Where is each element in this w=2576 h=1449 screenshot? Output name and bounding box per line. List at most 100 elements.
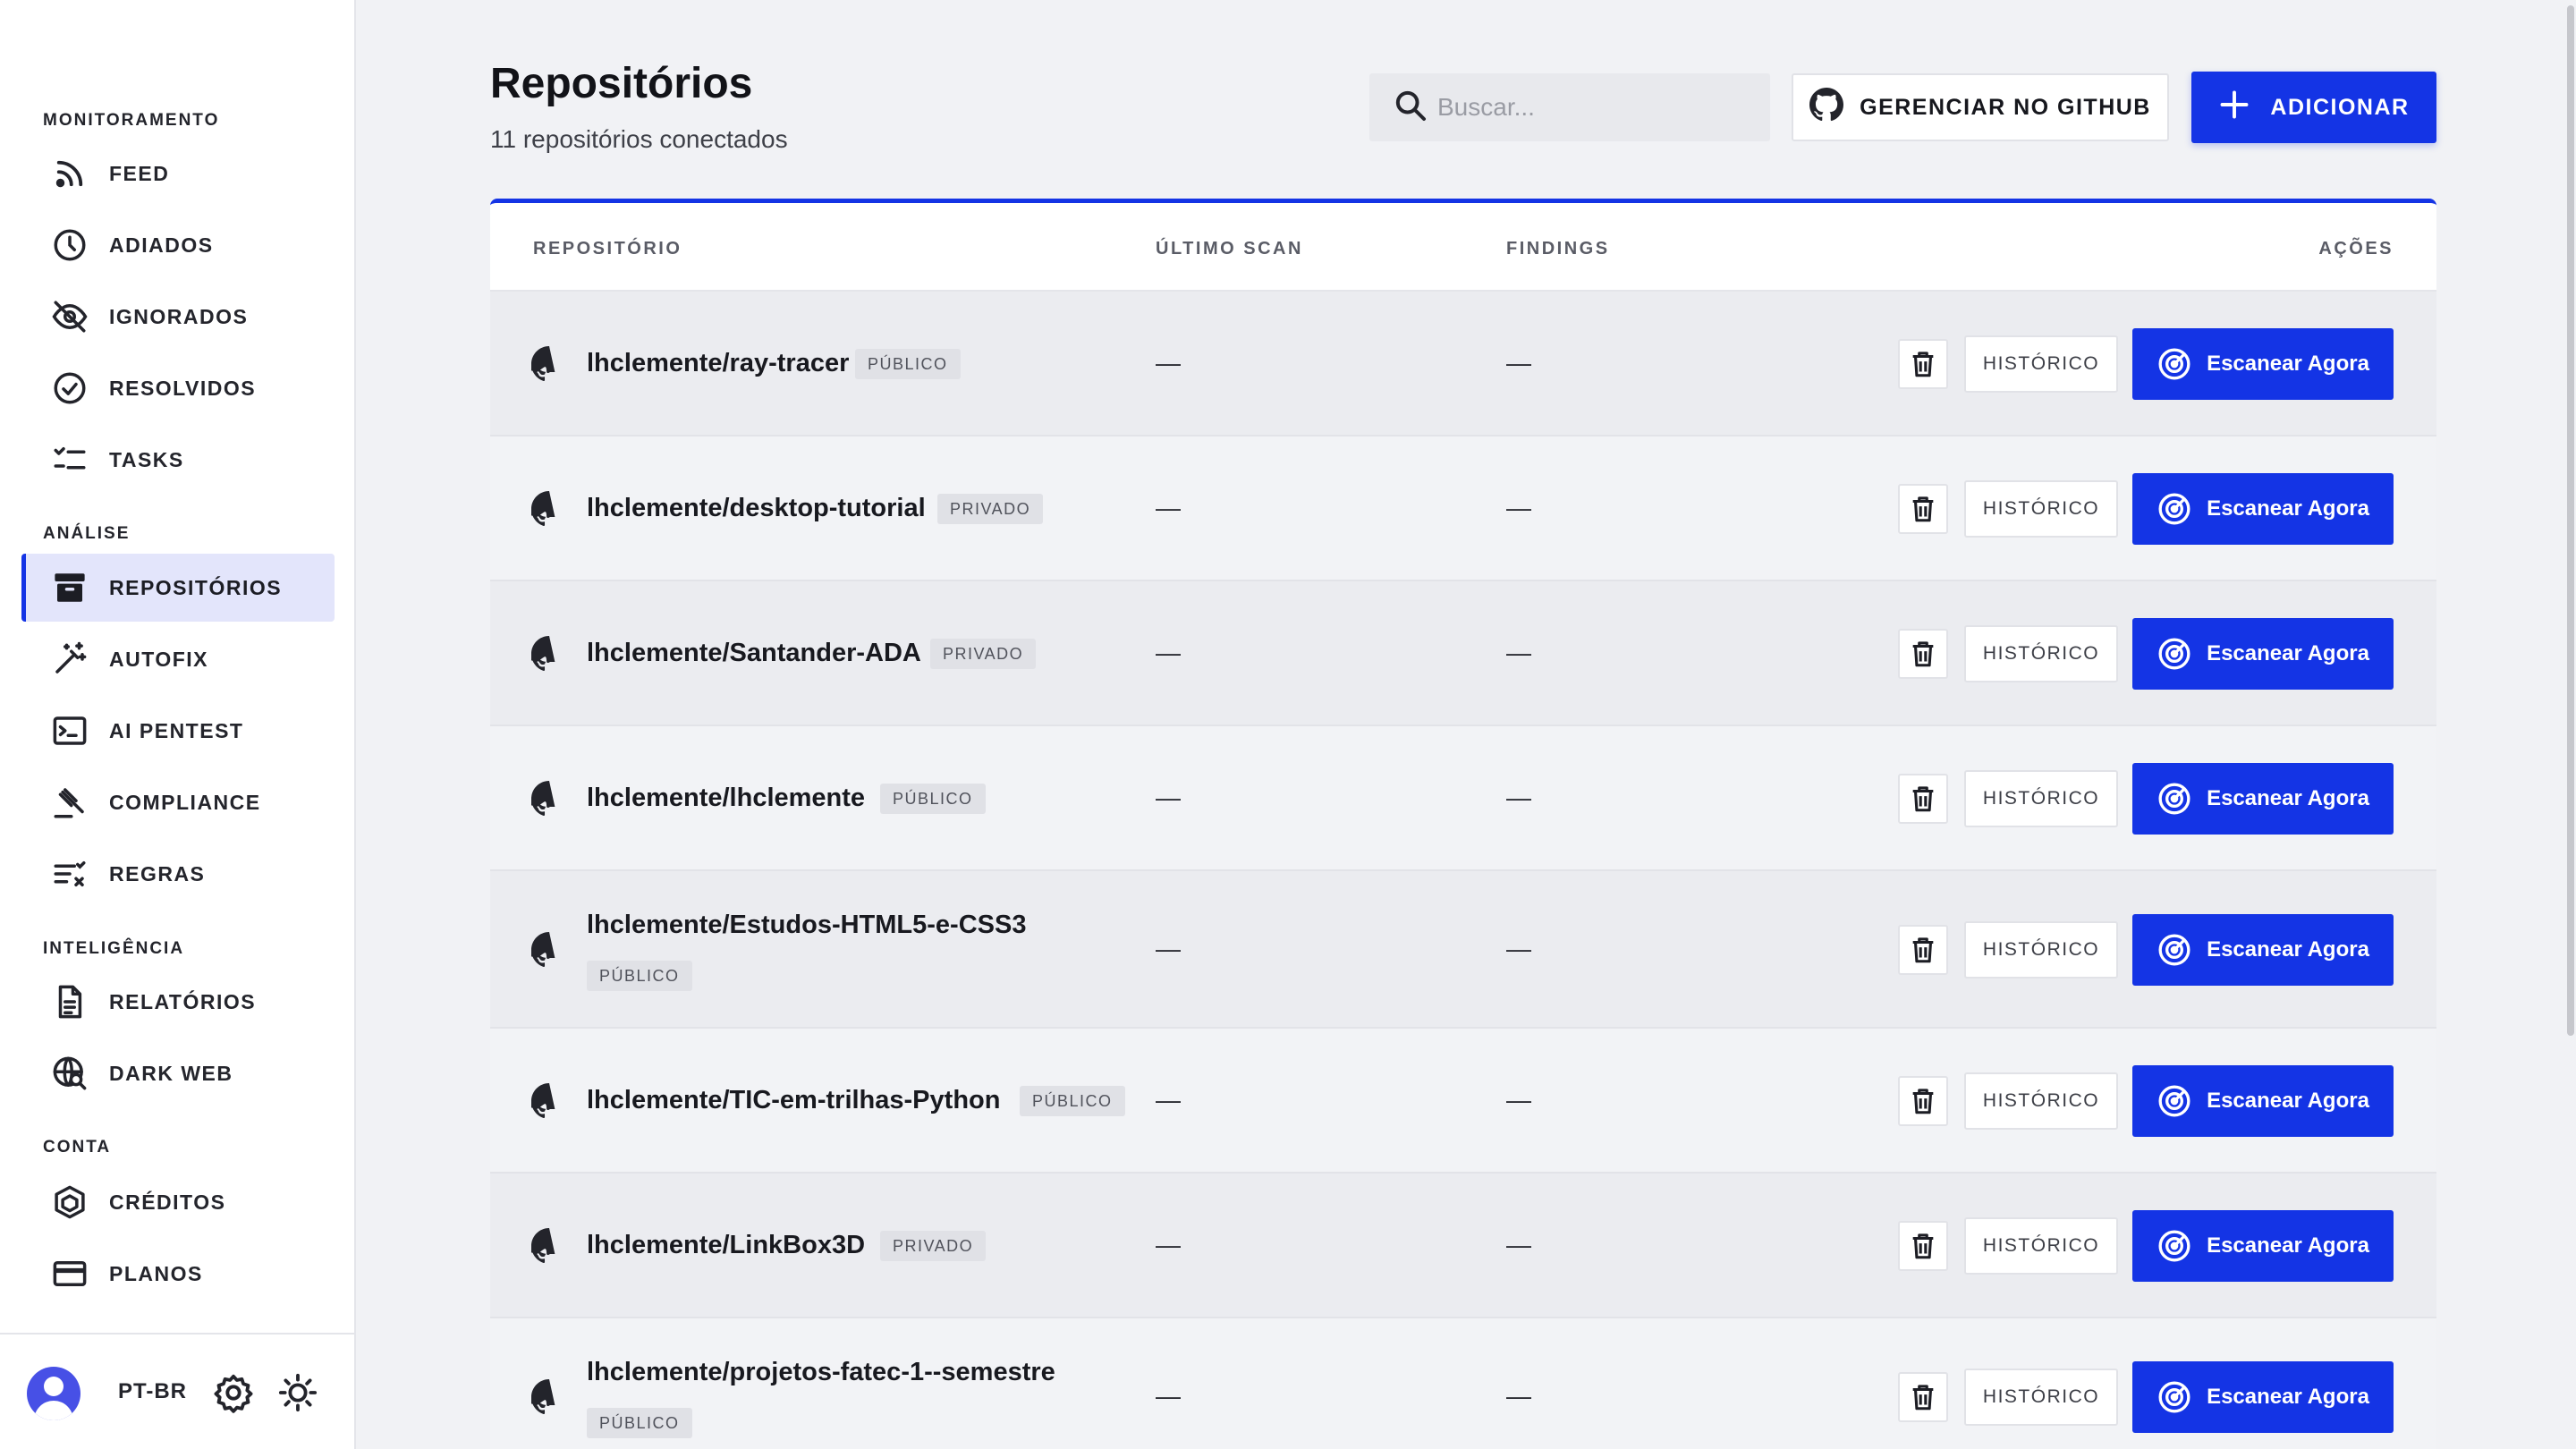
history-button[interactable]: HISTÓRICO: [1964, 625, 2118, 682]
radar-icon: [2157, 636, 2207, 672]
history-button[interactable]: HISTÓRICO: [1964, 770, 2118, 827]
repo-name[interactable]: lhclemente/lhclemente: [587, 784, 865, 813]
add-repository-button[interactable]: ADICIONAR: [2191, 72, 2436, 143]
radar-icon: [2157, 781, 2207, 817]
repo-name[interactable]: lhclemente/Santander-ADA: [587, 639, 921, 668]
scan-now-label: Escanear Agora: [2207, 786, 2369, 810]
scan-now-button[interactable]: Escanear Agora: [2132, 473, 2394, 545]
manage-github-button[interactable]: GERENCIAR NO GITHUB: [1792, 73, 2169, 141]
delete-button[interactable]: [1898, 1221, 1948, 1271]
scan-now-button[interactable]: Escanear Agora: [2132, 618, 2394, 690]
scan-now-button[interactable]: Escanear Agora: [2132, 763, 2394, 835]
sidebar-item-dark-web[interactable]: DARK WEB: [21, 1039, 335, 1107]
scan-now-label: Escanear Agora: [2207, 1233, 2369, 1258]
credit-card-icon: [50, 1254, 89, 1293]
history-button[interactable]: HISTÓRICO: [1964, 921, 2118, 979]
radar-icon: [2157, 1228, 2207, 1264]
scan-now-button[interactable]: Escanear Agora: [2132, 914, 2394, 986]
document-icon: [50, 982, 89, 1021]
github-icon: [528, 932, 567, 968]
sidebar-item-ai-pentest[interactable]: AI PENTEST: [21, 697, 335, 765]
delete-button[interactable]: [1898, 925, 1948, 975]
scan-now-label: Escanear Agora: [2207, 496, 2369, 521]
terminal-icon: [50, 711, 89, 750]
repo-name[interactable]: lhclemente/projetos-fatec-1--semestre: [587, 1358, 1055, 1387]
scrollbar-thumb[interactable]: [2567, 5, 2574, 1036]
page-subtitle: 11 repositórios conectados: [490, 125, 788, 153]
delete-button[interactable]: [1898, 629, 1948, 679]
history-button[interactable]: HISTÓRICO: [1964, 335, 2118, 393]
search-icon: [1393, 88, 1428, 128]
scan-now-button[interactable]: Escanear Agora: [2132, 1210, 2394, 1282]
github-icon: [528, 1083, 567, 1119]
globe-search-icon: [50, 1054, 89, 1093]
last-scan-value: —: [1156, 1382, 1181, 1410]
scrollbar[interactable]: [2565, 0, 2576, 1449]
last-scan-value: —: [1156, 639, 1181, 666]
sidebar-item-resolvidos[interactable]: RESOLVIDOS: [21, 354, 335, 422]
scan-now-button[interactable]: Escanear Agora: [2132, 1361, 2394, 1433]
history-button[interactable]: HISTÓRICO: [1964, 1072, 2118, 1130]
scan-now-button[interactable]: Escanear Agora: [2132, 328, 2394, 400]
sidebar-item-label: REPOSITÓRIOS: [109, 575, 283, 599]
last-scan-value: —: [1156, 784, 1181, 811]
table-row: lhclemente/desktop-tutorial PRIVADO — — HIST…: [490, 436, 2436, 581]
delete-button[interactable]: [1898, 339, 1948, 389]
gear-icon[interactable]: [213, 1372, 254, 1413]
repo-name[interactable]: lhclemente/TIC-em-trilhas-Python: [587, 1086, 1000, 1115]
sidebar-item-relatorios[interactable]: RELATÓRIOS: [21, 968, 335, 1036]
last-scan-value: —: [1156, 494, 1181, 521]
trash-icon: [1908, 1231, 1938, 1261]
github-icon: [528, 1379, 567, 1415]
sidebar-item-autofix[interactable]: AUTOFIX: [21, 625, 335, 693]
history-button[interactable]: HISTÓRICO: [1964, 1368, 2118, 1426]
trash-icon: [1908, 1382, 1938, 1412]
sidebar-item-feed[interactable]: FEED: [21, 140, 335, 208]
visibility-badge: PÚBLICO: [587, 1408, 692, 1438]
radar-icon: [2157, 1379, 2207, 1415]
history-button[interactable]: HISTÓRICO: [1964, 1217, 2118, 1275]
column-header-repo: REPOSITÓRIO: [533, 239, 682, 258]
sidebar-item-adiados[interactable]: ADIADOS: [21, 211, 335, 279]
sidebar-item-compliance[interactable]: COMPLIANCE: [21, 768, 335, 836]
scan-now-label: Escanear Agora: [2207, 1385, 2369, 1409]
trash-icon: [1908, 639, 1938, 669]
sidebar-item-repositorios[interactable]: REPOSITÓRIOS: [21, 554, 335, 622]
delete-button[interactable]: [1898, 774, 1948, 824]
visibility-badge: PÚBLICO: [880, 784, 986, 814]
repo-name[interactable]: lhclemente/desktop-tutorial: [587, 494, 926, 523]
delete-button[interactable]: [1898, 1076, 1948, 1126]
delete-button[interactable]: [1898, 1372, 1948, 1422]
sidebar-item-ignorados[interactable]: IGNORADOS: [21, 283, 335, 351]
findings-value: —: [1506, 349, 1531, 377]
sidebar-item-regras[interactable]: REGRAS: [21, 840, 335, 908]
sidebar-item-planos[interactable]: PLANOS: [21, 1240, 335, 1308]
sun-icon[interactable]: [277, 1372, 318, 1413]
section-conta: CONTA: [43, 1138, 112, 1157]
repo-name[interactable]: lhclemente/LinkBox3D: [587, 1231, 865, 1260]
avatar[interactable]: [27, 1367, 80, 1420]
sidebar-item-label: ADIADOS: [109, 233, 214, 257]
repositories-table: REPOSITÓRIO ÚLTIMO SCAN FINDINGS AÇÕES l…: [490, 199, 2436, 1449]
table-row: lhclemente/ray-tracer PÚBLICO — — HISTÓRICO E…: [490, 292, 2436, 436]
table-row: lhclemente/lhclemente PÚBLICO — — HISTÓRICO E…: [490, 726, 2436, 871]
sidebar-item-label: RELATÓRIOS: [109, 989, 257, 1013]
delete-button[interactable]: [1898, 484, 1948, 534]
sidebar-item-creditos[interactable]: CRÉDITOS: [21, 1168, 335, 1236]
findings-value: —: [1506, 639, 1531, 666]
trash-icon: [1908, 935, 1938, 965]
repo-name[interactable]: lhclemente/Estudos-HTML5-e-CSS3: [587, 911, 1026, 940]
repo-name[interactable]: lhclemente/ray-tracer: [587, 349, 849, 378]
search-box[interactable]: [1369, 73, 1770, 141]
table-row: lhclemente/TIC-em-trilhas-Python PÚBLICO —…: [490, 1029, 2436, 1174]
visibility-badge: PÚBLICO: [855, 349, 961, 379]
search-input[interactable]: [1437, 93, 1759, 122]
history-button[interactable]: HISTÓRICO: [1964, 480, 2118, 538]
trash-icon: [1908, 494, 1938, 524]
scan-now-button[interactable]: Escanear Agora: [2132, 1065, 2394, 1137]
visibility-badge: PRIVADO: [937, 494, 1044, 524]
findings-value: —: [1506, 784, 1531, 811]
sidebar-item-tasks[interactable]: TASKS: [21, 426, 335, 494]
add-label: ADICIONAR: [2270, 94, 2410, 120]
language-selector[interactable]: PT-BR: [118, 1379, 187, 1404]
